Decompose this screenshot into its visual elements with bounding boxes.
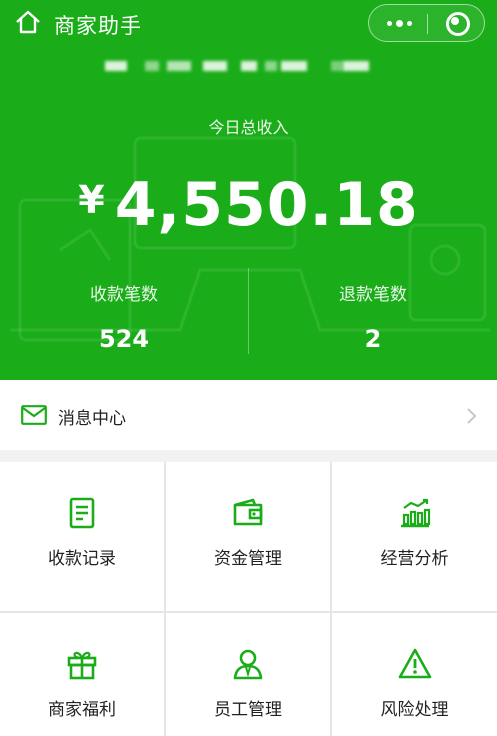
envelope-icon xyxy=(21,405,47,425)
income-amount-value: 4,550.18 xyxy=(114,170,419,240)
more-menu-button[interactable] xyxy=(369,5,427,41)
warning-icon xyxy=(398,648,431,679)
menu-item-payment-records[interactable]: 收款记录 xyxy=(0,462,164,611)
chevron-right-icon xyxy=(467,408,477,424)
function-grid: 收款记录 资金管理 经营分析 商家福利 员工管理 风险处理 xyxy=(0,462,497,736)
more-dot-icon xyxy=(387,21,392,26)
close-dot-icon xyxy=(451,17,459,25)
more-dot-icon xyxy=(396,20,403,27)
refund-count-label: 退款笔数 xyxy=(339,285,407,305)
masked-merchant-name xyxy=(105,58,375,74)
menu-item-label: 员工管理 xyxy=(214,700,282,720)
app-title: 商家助手 xyxy=(54,14,142,38)
gift-icon xyxy=(67,651,97,680)
menu-item-label: 风险处理 xyxy=(380,700,449,720)
menu-item-fund-management[interactable]: 资金管理 xyxy=(166,462,330,611)
menu-item-label: 经营分析 xyxy=(380,549,449,569)
close-ring-icon xyxy=(446,12,470,36)
payment-count-label: 收款笔数 xyxy=(90,285,158,305)
bar-chart-icon xyxy=(400,498,430,528)
currency-symbol: ¥ xyxy=(78,178,105,222)
refund-count-value: 2 xyxy=(364,325,382,353)
menu-item-label: 资金管理 xyxy=(214,549,282,569)
staff-icon xyxy=(233,649,263,680)
mini-program-capsule xyxy=(368,4,485,42)
income-header: 商家助手 今日总收入 ¥4,550.18 收款笔数 524 退款笔数 2 xyxy=(0,0,497,380)
menu-item-label: 收款记录 xyxy=(48,549,116,569)
payment-count-value: 524 xyxy=(98,325,150,353)
close-mini-program-button[interactable] xyxy=(428,5,485,41)
income-label: 今日总收入 xyxy=(208,118,289,137)
more-dot-icon xyxy=(407,21,412,26)
payment-count-stat[interactable]: 收款笔数 524 xyxy=(0,280,248,353)
menu-item-business-analysis[interactable]: 经营分析 xyxy=(332,462,497,611)
message-center-row[interactable]: 消息中心 xyxy=(0,380,497,450)
receipt-icon xyxy=(69,497,95,529)
menu-item-label: 商家福利 xyxy=(48,700,116,720)
menu-item-merchant-benefits[interactable]: 商家福利 xyxy=(0,613,164,736)
income-amount[interactable]: ¥4,550.18 xyxy=(0,170,497,240)
message-center-label: 消息中心 xyxy=(58,409,126,429)
home-icon[interactable] xyxy=(14,8,42,36)
menu-item-staff-management[interactable]: 员工管理 xyxy=(166,613,330,736)
menu-item-risk-handling[interactable]: 风险处理 xyxy=(332,613,497,736)
wallet-icon xyxy=(233,498,263,526)
refund-count-stat[interactable]: 退款笔数 2 xyxy=(249,280,497,353)
